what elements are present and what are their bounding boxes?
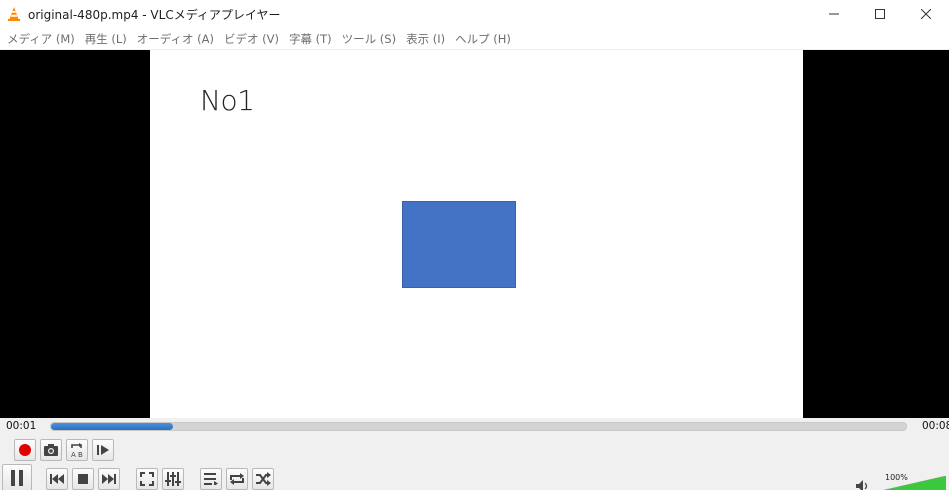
equalizer-icon <box>165 472 181 486</box>
video-frame: No1 <box>150 50 803 418</box>
maximize-icon <box>875 9 885 19</box>
video-area[interactable]: No1 <box>0 50 949 418</box>
record-button[interactable] <box>14 439 36 461</box>
title-bar: original-480p.mp4 - VLCメディアプレイヤー <box>0 0 949 28</box>
menu-playback[interactable]: 再生 (L) <box>80 28 132 50</box>
camera-icon <box>44 444 58 456</box>
record-icon <box>19 444 31 456</box>
total-time[interactable]: 00:08 <box>922 420 949 432</box>
frame-step-button[interactable] <box>92 439 114 461</box>
speaker-icon[interactable] <box>856 480 870 490</box>
controls-panel: 00:01 00:08 AB 100% <box>0 418 949 490</box>
loop-button[interactable] <box>226 468 248 490</box>
minimize-icon <box>829 13 839 15</box>
menu-media[interactable]: メディア (M) <box>2 28 80 50</box>
pause-button[interactable] <box>2 464 32 490</box>
menu-tools[interactable]: ツール (S) <box>337 28 401 50</box>
elapsed-time: 00:01 <box>6 420 37 432</box>
extended-settings-button[interactable] <box>162 468 184 490</box>
previous-icon <box>50 474 64 484</box>
snapshot-button[interactable] <box>40 439 62 461</box>
menu-view[interactable]: 表示 (I) <box>401 28 450 50</box>
shuffle-button[interactable] <box>252 468 274 490</box>
previous-button[interactable] <box>46 468 68 490</box>
svg-text:B: B <box>78 451 83 458</box>
pause-icon <box>11 470 23 486</box>
svg-text:A: A <box>71 451 76 458</box>
close-icon <box>921 9 931 19</box>
playlist-icon <box>204 473 218 485</box>
ab-loop-button[interactable]: AB <box>66 439 88 461</box>
seek-progress <box>51 423 174 430</box>
menu-bar: メディア (M) 再生 (L) オーディオ (A) ビデオ (V) 字幕 (T)… <box>0 28 949 50</box>
blue-rectangle <box>402 201 516 288</box>
seek-bar[interactable] <box>50 422 907 431</box>
volume-slider[interactable] <box>876 476 946 490</box>
fullscreen-icon <box>140 472 154 486</box>
menu-video[interactable]: ビデオ (V) <box>219 28 284 50</box>
close-button[interactable] <box>903 0 949 28</box>
stop-button[interactable] <box>72 468 94 490</box>
menu-subtitle[interactable]: 字幕 (T) <box>284 28 337 50</box>
window-title: original-480p.mp4 - VLCメディアプレイヤー <box>28 8 281 22</box>
minimize-button[interactable] <box>811 0 857 28</box>
menu-audio[interactable]: オーディオ (A) <box>132 28 219 50</box>
frame-text: No1 <box>200 84 255 117</box>
fullscreen-button[interactable] <box>136 468 158 490</box>
playlist-button[interactable] <box>200 468 222 490</box>
menu-help[interactable]: ヘルプ (H) <box>450 28 516 50</box>
maximize-button[interactable] <box>857 0 903 28</box>
stop-icon <box>78 474 88 484</box>
ab-loop-icon: AB <box>71 443 83 458</box>
next-button[interactable] <box>98 468 120 490</box>
loop-icon <box>230 473 244 485</box>
shuffle-icon <box>256 472 271 486</box>
frame-step-icon <box>97 445 109 455</box>
vlc-cone-icon <box>8 7 20 21</box>
next-icon <box>102 474 116 484</box>
vlc-window: original-480p.mp4 - VLCメディアプレイヤー メディア (M… <box>0 0 949 490</box>
